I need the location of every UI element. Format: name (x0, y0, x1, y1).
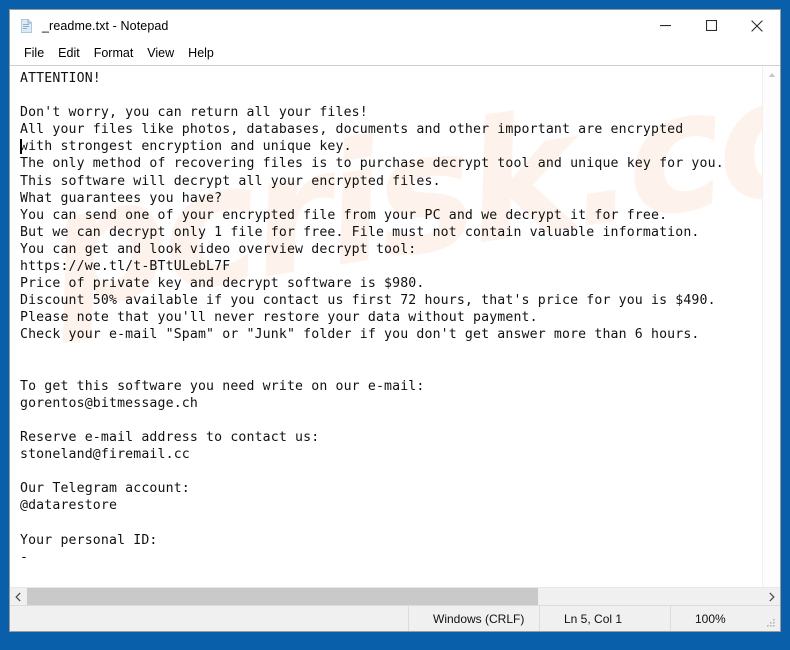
close-icon (751, 19, 763, 32)
status-line-ending: Windows (CRLF) (408, 606, 539, 631)
ransom-note-text: ATTENTION! Don't worry, you can return a… (20, 71, 724, 565)
scroll-left-icon (15, 591, 21, 602)
notepad-document-icon (19, 18, 35, 34)
title-bar-left: _readme.txt - Notepad (10, 18, 168, 34)
maximize-button[interactable] (688, 10, 734, 41)
menu-item-view[interactable]: View (140, 44, 181, 63)
window-title: _readme.txt - Notepad (42, 18, 169, 33)
editor-row: pcrisk.com ATTENTION! Don't worry, you c… (10, 66, 780, 587)
status-bar-spacer (10, 606, 408, 631)
text-caret (20, 139, 22, 154)
minimize-icon (659, 25, 671, 27)
desktop-background: _readme.txt - Notepad File Edit Format V… (0, 0, 790, 650)
menu-item-format[interactable]: Format (87, 44, 141, 63)
menu-bar: File Edit Format View Help (10, 41, 780, 65)
close-button[interactable] (734, 10, 780, 41)
editor-container: pcrisk.com ATTENTION! Don't worry, you c… (10, 65, 780, 605)
maximize-icon (705, 20, 717, 31)
horizontal-scroll-thumb[interactable] (27, 588, 538, 605)
status-zoom-level: 100% (670, 606, 780, 631)
status-bar: Windows (CRLF) Ln 5, Col 1 100% (10, 605, 780, 631)
scroll-up-button[interactable] (763, 66, 780, 83)
menu-item-file[interactable]: File (17, 44, 51, 63)
horizontal-scrollbar[interactable] (10, 587, 780, 605)
vertical-scrollbar[interactable] (762, 66, 780, 587)
scroll-right-button[interactable] (763, 588, 780, 605)
caption-buttons (642, 10, 780, 41)
text-editor-area[interactable]: pcrisk.com ATTENTION! Don't worry, you c… (10, 66, 762, 587)
notepad-window: _readme.txt - Notepad File Edit Format V… (9, 9, 781, 632)
scroll-left-button[interactable] (10, 588, 27, 605)
menu-item-edit[interactable]: Edit (51, 44, 87, 63)
scroll-up-icon (768, 72, 775, 77)
title-bar[interactable]: _readme.txt - Notepad (10, 10, 780, 41)
horizontal-scroll-track[interactable] (27, 588, 763, 605)
scroll-right-icon (769, 591, 775, 602)
resize-grip-icon[interactable] (765, 617, 776, 628)
minimize-button[interactable] (642, 10, 688, 41)
vertical-scroll-track[interactable] (763, 83, 780, 587)
menu-item-help[interactable]: Help (181, 44, 221, 63)
status-cursor-position: Ln 5, Col 1 (539, 606, 670, 631)
